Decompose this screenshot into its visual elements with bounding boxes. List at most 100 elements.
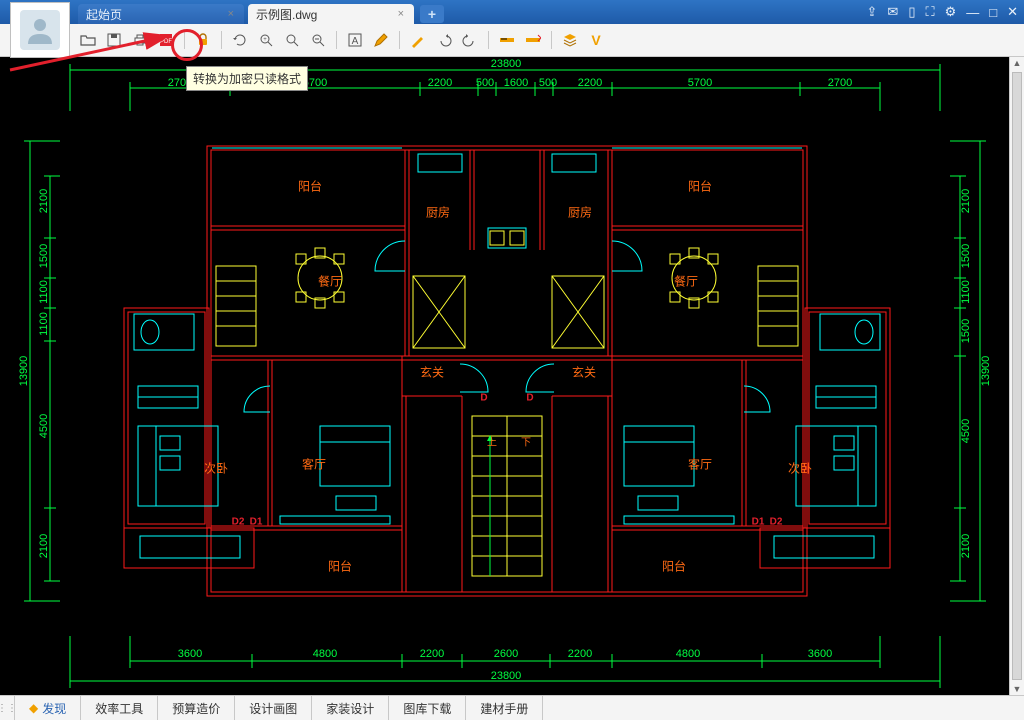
- door-tag: D: [526, 393, 533, 404]
- dim-label: 1600: [504, 77, 528, 89]
- pdf-export-button[interactable]: PDF: [156, 30, 176, 50]
- separator: [221, 31, 222, 49]
- dim-label: 2100: [38, 189, 50, 213]
- dim-label: 2200: [420, 648, 444, 660]
- dim-label: 1500: [960, 319, 972, 343]
- pencil-button[interactable]: [371, 30, 391, 50]
- zoom-in-button[interactable]: [282, 30, 302, 50]
- bottom-tab-discover[interactable]: ◆发现: [15, 696, 81, 720]
- svg-text:PDF: PDF: [160, 39, 172, 45]
- door-tag: D2: [232, 517, 245, 528]
- tab-label: 示例图.dwg: [256, 6, 317, 23]
- zoom-window-button[interactable]: +: [256, 30, 276, 50]
- user-avatar[interactable]: [10, 2, 70, 58]
- room-label: 玄关: [572, 364, 596, 381]
- drag-handle-icon[interactable]: ⋮⋮: [0, 696, 15, 720]
- close-window-icon[interactable]: ✕: [1007, 4, 1018, 20]
- dim-label: 4500: [38, 414, 50, 438]
- stair-label: 上: [487, 434, 497, 449]
- fullscreen-icon[interactable]: ⛶: [925, 4, 934, 20]
- measure-continuous-button[interactable]: [523, 30, 543, 50]
- share-icon[interactable]: ⇪: [867, 4, 878, 20]
- svg-text:A: A: [352, 36, 359, 47]
- highlight-button[interactable]: [408, 30, 428, 50]
- redo-button[interactable]: [460, 30, 480, 50]
- tab-label: 设计画图: [249, 700, 297, 717]
- text-tool-button[interactable]: A: [345, 30, 365, 50]
- dim-label: 5700: [688, 77, 712, 89]
- new-tab-button[interactable]: +: [420, 5, 444, 23]
- lock-encrypt-button[interactable]: [193, 30, 213, 50]
- tab-label: 发现: [42, 700, 66, 717]
- save-button[interactable]: [104, 30, 124, 50]
- bottom-tab[interactable]: 效率工具: [81, 696, 158, 720]
- tab-label: 家装设计: [326, 700, 374, 717]
- vertical-scrollbar[interactable]: ▲ ▼: [1009, 56, 1024, 696]
- scroll-up-icon[interactable]: ▲: [1010, 56, 1024, 70]
- wechat-icon[interactable]: ✉: [887, 4, 898, 20]
- bottom-tab[interactable]: 图库下载: [389, 696, 466, 720]
- room-label: 餐厅: [674, 273, 698, 290]
- dim-label: 3600: [178, 648, 202, 660]
- maximize-icon[interactable]: □: [989, 5, 997, 20]
- undo-button[interactable]: [434, 30, 454, 50]
- room-label: 客厅: [302, 456, 326, 473]
- dim-label: 2200: [568, 648, 592, 660]
- tab-label: 预算造价: [172, 700, 220, 717]
- scrollbar-thumb[interactable]: [1012, 72, 1022, 680]
- scroll-down-icon[interactable]: ▼: [1010, 682, 1024, 696]
- bottom-tab[interactable]: 家装设计: [312, 696, 389, 720]
- dim-label: 1100: [38, 312, 50, 336]
- layers-button[interactable]: [560, 30, 580, 50]
- gear-icon[interactable]: ⚙: [945, 4, 957, 20]
- measure-button[interactable]: [497, 30, 517, 50]
- dim-label: 500: [539, 77, 557, 89]
- room-label: 阳台: [662, 558, 686, 575]
- room-label: 阳台: [688, 178, 712, 195]
- zoom-out-button[interactable]: [308, 30, 328, 50]
- door-tag: D1: [752, 517, 765, 528]
- separator: [399, 31, 400, 49]
- dim-label: 4800: [313, 648, 337, 660]
- tab-label: 建材手册: [480, 700, 528, 717]
- rotate-button[interactable]: [230, 30, 250, 50]
- document-tabs: 起始页 × 示例图.dwg × +: [78, 0, 444, 24]
- tooltip: 转换为加密只读格式: [186, 66, 308, 91]
- dim-label: 2600: [494, 648, 518, 660]
- tab-label: 效率工具: [95, 700, 143, 717]
- open-button[interactable]: [78, 30, 98, 50]
- dim-bottom-total: 23800: [491, 670, 522, 682]
- drawing-canvas[interactable]: 23800 2700 5700 2200 500 1600 500 2200 5…: [0, 56, 1024, 696]
- dim-label: 2200: [428, 77, 452, 89]
- dim-label: 1500: [960, 244, 972, 268]
- floor-plan-svg: [0, 56, 1010, 696]
- close-icon[interactable]: ×: [396, 8, 406, 20]
- bottom-tab[interactable]: 设计画图: [235, 696, 312, 720]
- svg-text:+: +: [263, 37, 267, 43]
- separator: [336, 31, 337, 49]
- bottom-tab[interactable]: 预算造价: [158, 696, 235, 720]
- room-label: 厨房: [568, 204, 592, 221]
- dim-label: 1100: [38, 280, 50, 304]
- window-controls: ⇪ ✉ ▯ ⛶ ⚙ — □ ✕: [867, 0, 1024, 24]
- tab-label: 图库下载: [403, 700, 451, 717]
- separator: [184, 31, 185, 49]
- minimize-icon[interactable]: —: [966, 5, 979, 20]
- separator: [488, 31, 489, 49]
- bottom-tab[interactable]: 建材手册: [466, 696, 543, 720]
- tab-start[interactable]: 起始页 ×: [78, 4, 244, 24]
- dim-label: 2100: [38, 534, 50, 558]
- print-button[interactable]: [130, 30, 150, 50]
- mobile-icon[interactable]: ▯: [908, 4, 915, 20]
- close-icon[interactable]: ×: [226, 8, 236, 20]
- dim-label: 2700: [828, 77, 852, 89]
- tab-document[interactable]: 示例图.dwg ×: [248, 4, 414, 24]
- room-label: 次卧: [204, 460, 228, 477]
- stair-label: 下: [521, 434, 531, 449]
- room-label: 次卧: [788, 460, 812, 477]
- dim-top-total: 23800: [491, 58, 522, 70]
- dim-label: 4500: [960, 419, 972, 443]
- separator: [551, 31, 552, 49]
- room-label: 餐厅: [318, 273, 342, 290]
- vip-button[interactable]: V: [586, 30, 606, 50]
